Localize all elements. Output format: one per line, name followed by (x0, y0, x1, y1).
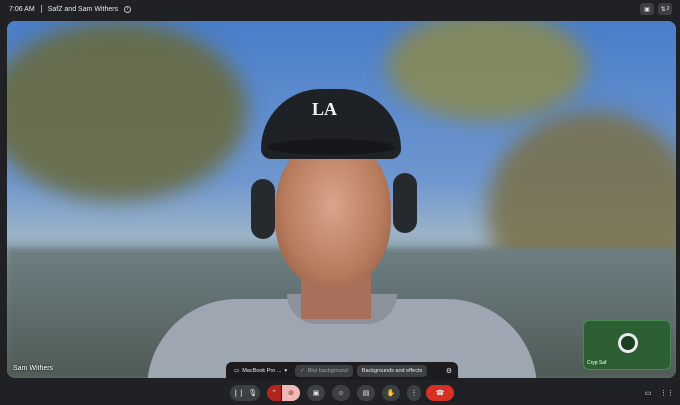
backgrounds-label: Backgrounds and effects (361, 368, 423, 374)
camera-select[interactable]: ▭ MacBook Pro ... ▾ (230, 366, 291, 376)
effects-bar: ▭ MacBook Pro ... ▾ ✓ Blur background Ba… (226, 362, 458, 380)
audio-mic-group[interactable]: ❙❙ 🎙 (230, 385, 260, 401)
chat-icon: ▭ (644, 390, 652, 397)
raise-hand-button[interactable]: ✋ (382, 385, 400, 401)
backgrounds-effects-button[interactable]: Backgrounds and effects (356, 365, 428, 377)
audio-levels-icon: ❙❙ (232, 390, 245, 397)
present-button[interactable]: ▣ (307, 385, 325, 401)
meeting-title: SafZ and Sam Withers (47, 5, 119, 13)
blur-label: Blur background (307, 368, 348, 374)
more-button[interactable]: ⋮ (407, 385, 421, 401)
more-icon: ⋮ (410, 390, 418, 397)
avatar (618, 333, 638, 353)
present-icon: ▣ (312, 390, 320, 397)
chat-button[interactable]: ▭ (640, 385, 656, 401)
mic-icon: 🎙 (248, 390, 258, 397)
people-icon: ⇅ (660, 6, 666, 13)
headphone-left (251, 179, 275, 239)
chevron-up-icon[interactable]: ⌃ (267, 385, 281, 401)
participants-count: 2 (666, 6, 670, 12)
emoji-icon: ☺ (337, 389, 345, 397)
info-icon[interactable]: i (124, 5, 132, 13)
headphone-right (393, 173, 417, 233)
captions-button[interactable]: ▤ (357, 385, 375, 401)
face (275, 137, 391, 287)
self-name: Cryp Saf (587, 360, 607, 366)
check-icon: ✓ (300, 368, 305, 374)
apps-icon: ⋮⋮ (660, 390, 674, 397)
participant-video: LA (147, 89, 537, 378)
self-view-tile[interactable]: Cryp Saf (583, 320, 671, 370)
top-bar: 7:06 AM SafZ and Sam Withers i (0, 0, 680, 18)
cap-bill (267, 139, 395, 155)
cap-logo: LA (312, 99, 338, 119)
camera-device: MacBook Pro ... (242, 368, 282, 374)
main-video-tile[interactable]: LA Sam Withers (7, 21, 676, 378)
camera-icon: ▭ (234, 368, 240, 374)
participants-button[interactable]: ⇅ 2 (658, 3, 672, 15)
camera-off-button[interactable]: ⊘ (282, 385, 300, 401)
top-right-controls: ▣ ⇅ 2 (640, 3, 672, 15)
end-call-button[interactable]: ☎ (426, 385, 454, 401)
captions-icon: ▤ (362, 390, 370, 397)
camera-off-icon: ⊘ (288, 390, 294, 397)
divider (40, 5, 42, 13)
dropdown-icon: ▾ (284, 368, 288, 374)
blur-background-button[interactable]: ✓ Blur background (295, 365, 353, 377)
clock: 7:06 AM (9, 5, 35, 13)
gear-icon[interactable]: ⚙ (444, 366, 454, 376)
control-bar: ❙❙ 🎙 ⌃ ⊘ ▣ ☺ ▤ ✋ ⋮ ☎ ▭ ⋮⋮ (0, 382, 680, 405)
raise-hand-icon: ✋ (386, 390, 396, 397)
emoji-button[interactable]: ☺ (332, 385, 350, 401)
camera-off-icon[interactable]: ▣ (640, 3, 654, 15)
participant-name: Sam Withers (13, 365, 54, 372)
apps-button[interactable]: ⋮⋮ (659, 385, 675, 401)
end-call-icon: ☎ (435, 390, 445, 397)
